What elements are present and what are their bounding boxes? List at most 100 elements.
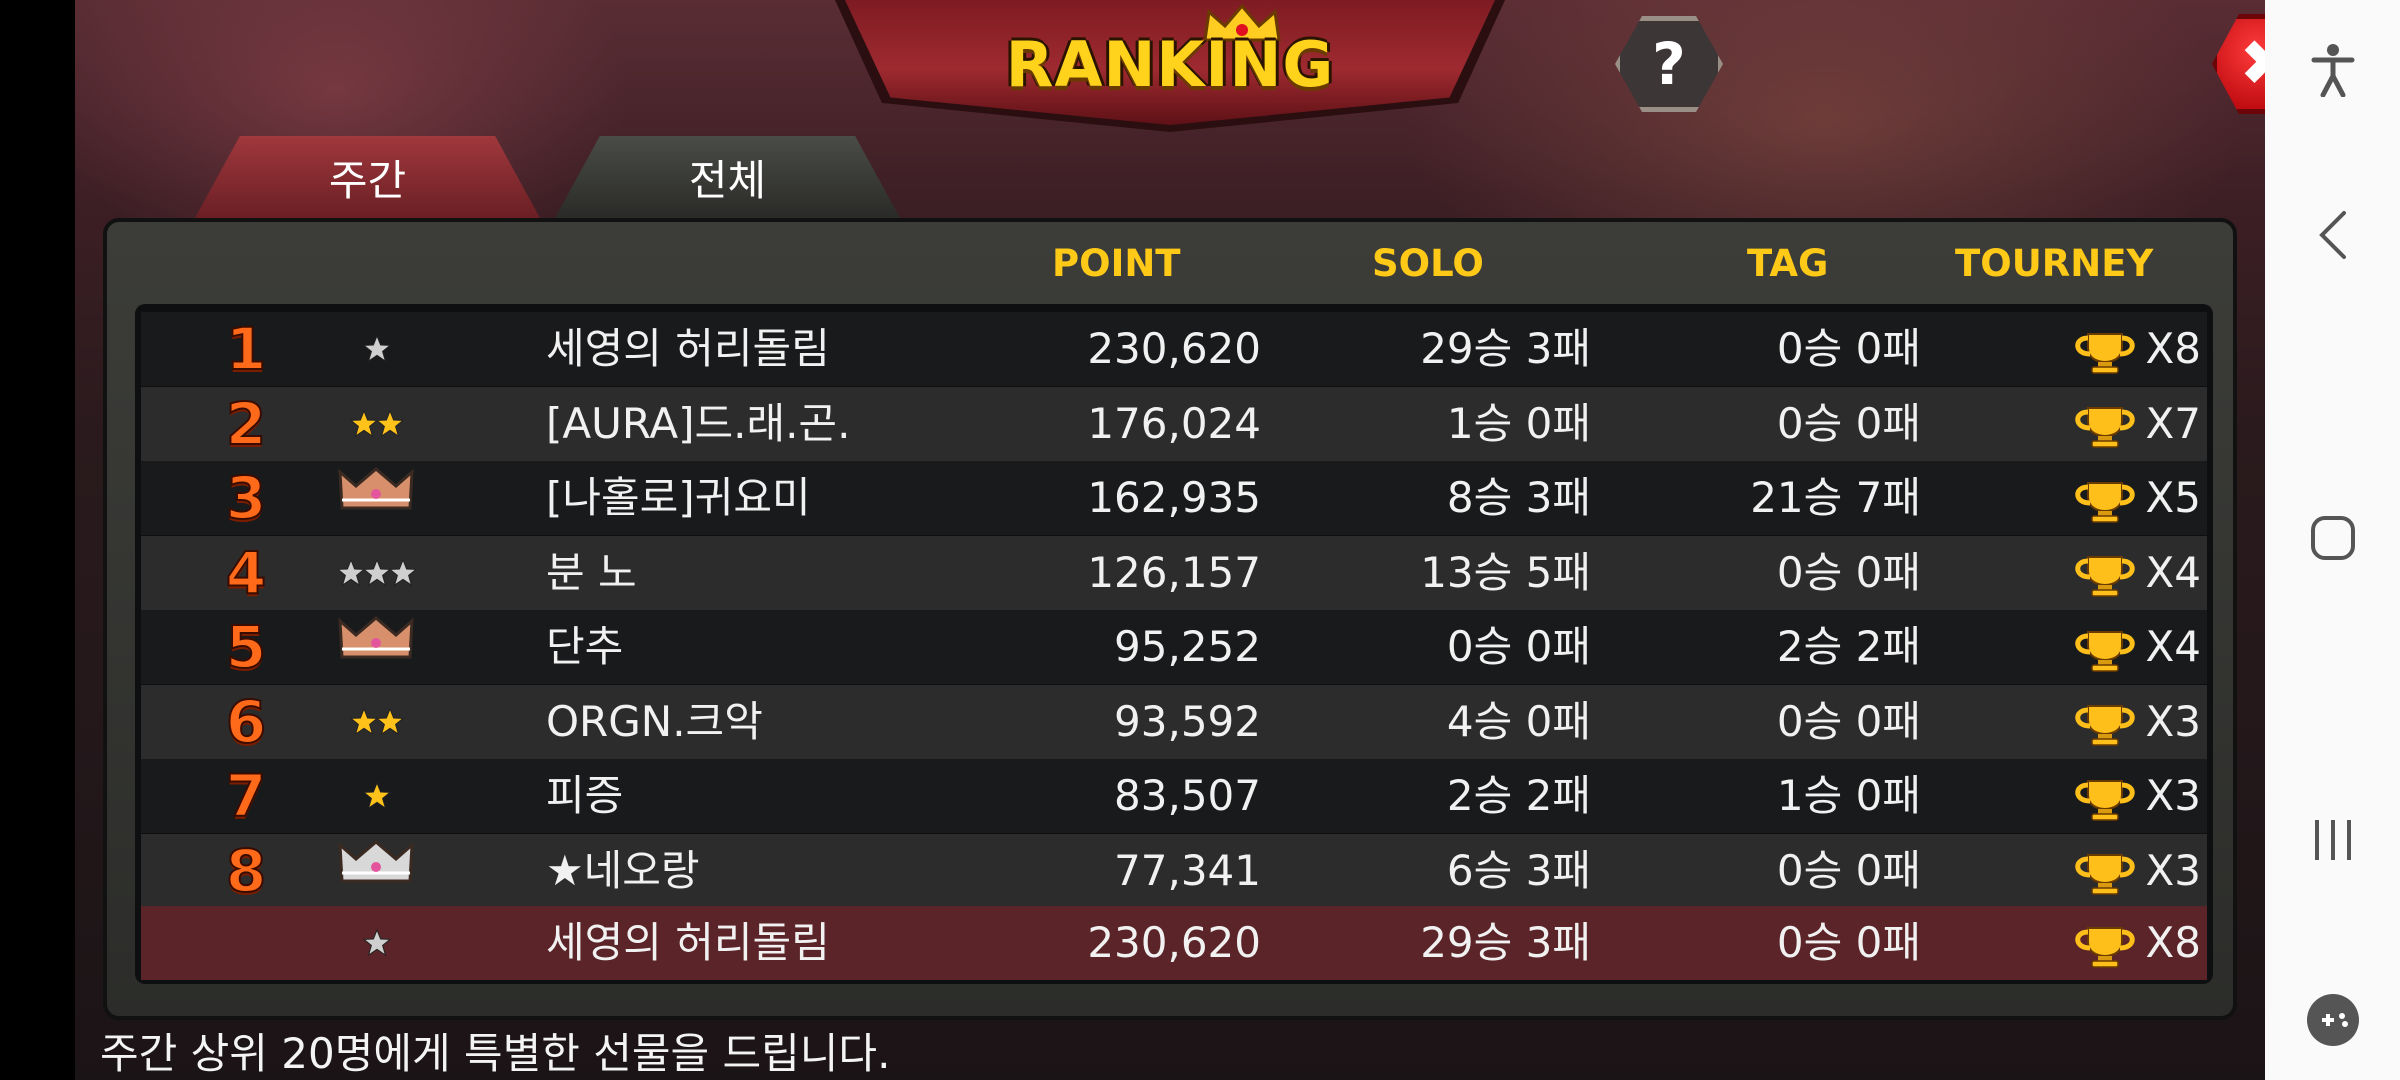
footer-notice: 주간 상위 20명에게 특별한 선물을 드립니다. [100,1029,891,1078]
rank-badge-icon [311,759,441,833]
column-solo: SOLO [1372,242,1484,285]
table-row[interactable]: 4 분 노 126,157 13승 5패 0승 0패 X4 [141,535,2207,610]
game-tools-icon[interactable] [2265,980,2400,1060]
rank-number: 2 [225,389,267,459]
player-name: 세영의 허리돌림 [546,324,830,373]
rank-badge-icon [311,834,441,908]
tag-record: 0승 0패 [1776,696,1921,746]
table-row[interactable]: 5 단추 95,252 0승 0패 2승 2패 X4 [141,610,2207,684]
tag-record: 0승 0패 [1776,398,1921,448]
game-screen: RANKING ? ✖ 주간 전체 POINT SOLO TAG TOURNEY… [75,0,2265,1080]
tag-record: 0승 0패 [1776,845,1921,895]
column-point: POINT [1052,242,1181,285]
tourney-count-label: X3 [2145,845,2202,895]
tourney-count-label: X7 [2145,398,2202,448]
tab-weekly[interactable]: 주간 [195,136,540,218]
tag-record: 21승 7패 [1750,473,1921,522]
player-name: 피증 [546,771,624,820]
point-value: 230,620 [1087,324,1261,373]
player-name: ★네오랑 [546,845,700,895]
point-value: 77,341 [1114,845,1261,895]
rank-badge-icon [311,387,441,461]
tourney-count: X5 [1961,461,2201,535]
tag-record: 2승 2패 [1776,622,1921,671]
tourney-count-label: X5 [2145,473,2202,522]
solo-record: 8승 3패 [1446,473,1591,522]
point-value: 162,935 [1087,473,1261,522]
player-name: [나홀로]귀요미 [546,473,811,522]
tourney-count-label: X3 [2145,771,2202,820]
ranking-table: 1 세영의 허리돌림 230,620 29승 3패 0승 0패 X8 2 [AURA]드.래.… [135,304,2213,984]
tourney-count: X7 [1961,387,2201,461]
column-tourney: TOURNEY [1955,242,2154,285]
tab-all[interactable]: 전체 [555,136,900,218]
point-value: 230,620 [1087,918,1261,967]
solo-record: 29승 3패 [1420,324,1591,373]
rank-badge-icon [311,536,441,610]
tourney-count: X8 [1961,906,2201,980]
table-row[interactable]: 7 피증 83,507 2승 2패 1승 0패 X3 [141,759,2207,833]
tourney-count-label: X8 [2145,918,2202,967]
player-name: 분 노 [546,547,637,597]
rank-number [201,906,291,980]
system-navbar [2265,0,2400,1080]
player-name: 단추 [546,622,624,671]
table-row[interactable]: 2 [AURA]드.래.곤. 176,024 1승 0패 0승 0패 X7 [141,386,2207,461]
tag-record: 0승 0패 [1776,547,1921,597]
column-headers: POINT SOLO TAG TOURNEY [107,222,2233,308]
tag-record: 0승 0패 [1776,918,1921,967]
rank-number: 1 [225,314,267,384]
solo-record: 6승 3패 [1446,845,1591,895]
rank-number: 4 [225,538,267,608]
rank-number: 6 [225,687,267,757]
point-value: 83,507 [1114,771,1261,820]
back-icon[interactable] [2265,195,2400,275]
rank-badge-icon [311,312,441,386]
help-button[interactable]: ? [1615,16,1723,112]
rank-number: 8 [225,836,267,906]
my-rank-row[interactable]: 세영의 허리돌림 230,620 29승 3패 0승 0패 X8 [141,906,2207,980]
ranking-panel: POINT SOLO TAG TOURNEY 1 세영의 허리돌림 230,620 2… [103,218,2237,1020]
rank-number: 5 [225,612,267,682]
home-icon[interactable] [2265,498,2400,578]
player-name: ORGN.크악 [546,696,763,746]
rank-badge-icon [311,685,441,759]
tourney-count: X8 [1961,312,2201,386]
tourney-count-label: X4 [2145,547,2202,597]
tag-record: 1승 0패 [1776,771,1921,820]
page-title: RANKING [1005,28,1335,101]
table-row[interactable]: 6 ORGN.크악 93,592 4승 0패 0승 0패 X3 [141,684,2207,759]
tourney-count: X3 [1961,834,2201,908]
rank-badge-icon [311,906,441,980]
solo-record: 2승 2패 [1446,771,1591,820]
table-row[interactable]: 3 [나홀로]귀요미 162,935 8승 3패 21승 7패 X5 [141,461,2207,535]
column-tag: TAG [1747,242,1829,285]
solo-record: 29승 3패 [1420,918,1591,967]
tourney-count: X4 [1961,536,2201,610]
point-value: 93,592 [1114,696,1261,746]
point-value: 126,157 [1087,547,1261,597]
rank-number: 3 [225,463,267,533]
solo-record: 0승 0패 [1446,622,1591,671]
solo-record: 1승 0패 [1446,398,1591,448]
tourney-count: X3 [1961,685,2201,759]
tag-record: 0승 0패 [1776,324,1921,373]
tourney-count-label: X8 [2145,324,2202,373]
accessibility-icon[interactable] [2265,30,2400,110]
solo-record: 13승 5패 [1420,547,1591,597]
tourney-count-label: X4 [2145,622,2202,671]
table-row[interactable]: 1 세영의 허리돌림 230,620 29승 3패 0승 0패 X8 [141,312,2207,386]
rank-badge-icon [311,610,441,684]
close-button[interactable]: ✖ [2212,14,2265,114]
point-value: 176,024 [1087,398,1261,448]
player-name: 세영의 허리돌림 [546,918,830,967]
player-name: [AURA]드.래.곤. [546,398,851,448]
recents-icon[interactable] [2265,800,2400,880]
tourney-count: X4 [1961,610,2201,684]
rank-number: 7 [225,761,267,831]
tourney-count: X3 [1961,759,2201,833]
point-value: 95,252 [1114,622,1261,671]
solo-record: 4승 0패 [1446,696,1591,746]
table-row[interactable]: 8 ★네오랑 77,341 6승 3패 0승 0패 X3 [141,833,2207,908]
rank-badge-icon [311,461,441,535]
